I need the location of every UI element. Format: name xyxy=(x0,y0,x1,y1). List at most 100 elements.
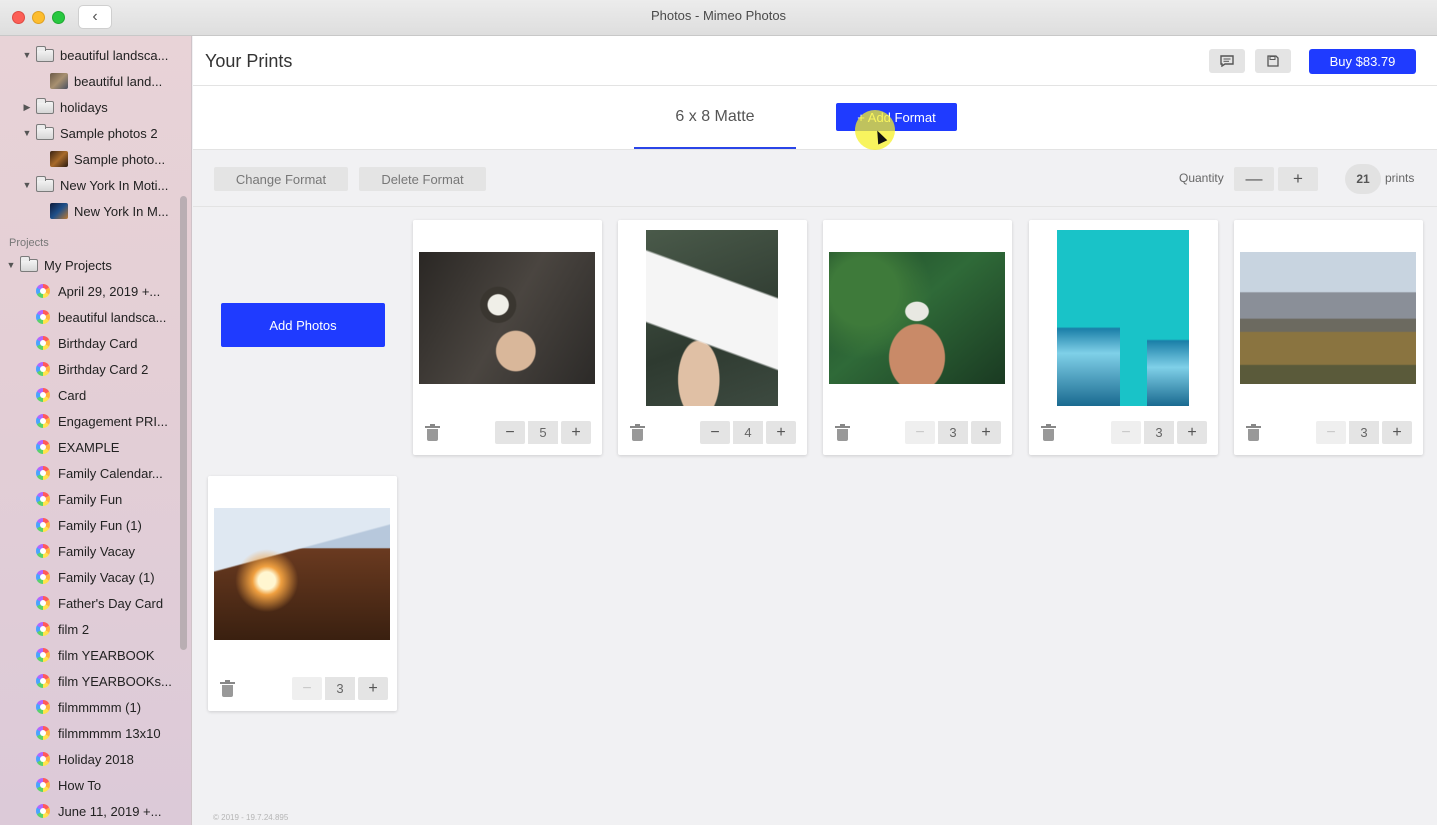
sidebar-album-beautiful-landscapes[interactable]: ▼ beautiful landsca... xyxy=(22,42,168,68)
main-content: Your Prints Buy $83.79 6 x 8 Matte + Add… xyxy=(193,36,1437,825)
project-icon xyxy=(36,284,50,298)
save-icon xyxy=(1267,55,1279,67)
chat-icon xyxy=(1220,55,1234,67)
comment-button[interactable] xyxy=(1209,49,1245,73)
delete-photo-button[interactable] xyxy=(835,424,850,441)
sidebar-project-item[interactable]: film YEARBOOK xyxy=(36,642,155,668)
sidebar-album-new-york-in-motion[interactable]: ▼ New York In Moti... xyxy=(22,172,168,198)
disclosure-open-icon[interactable]: ▼ xyxy=(22,50,32,60)
sidebar-project-item[interactable]: Family Fun xyxy=(36,486,122,512)
disclosure-open-icon[interactable]: ▼ xyxy=(22,128,32,138)
trash-icon xyxy=(1248,429,1259,441)
sidebar-photo-sample-photo[interactable]: Sample photo... xyxy=(50,146,165,172)
sidebar-project-item[interactable]: Family Vacay (1) xyxy=(36,564,155,590)
delete-photo-button[interactable] xyxy=(630,424,645,441)
photo-quantity-decrease[interactable]: − xyxy=(1316,421,1346,444)
quantity-increase-button[interactable]: + xyxy=(1278,167,1318,191)
sidebar-photo-beautiful-land[interactable]: beautiful land... xyxy=(50,68,162,94)
sidebar-my-projects[interactable]: ▼ My Projects xyxy=(6,252,112,278)
add-photos-button[interactable]: Add Photos xyxy=(221,303,385,347)
photo-mountain-valley[interactable] xyxy=(1240,252,1416,384)
print-card: − 3 + xyxy=(823,220,1012,455)
sidebar-project-item[interactable]: beautiful landsca... xyxy=(36,304,166,330)
sidebar-project-item[interactable]: Family Vacay xyxy=(36,538,135,564)
photo-quantity-increase[interactable]: + xyxy=(1177,421,1207,444)
quantity-decrease-button[interactable]: — xyxy=(1234,167,1274,191)
buy-button[interactable]: Buy $83.79 xyxy=(1309,49,1416,74)
photo-rock-sunburst[interactable] xyxy=(214,508,390,640)
photo-quantity-increase[interactable]: + xyxy=(971,421,1001,444)
sidebar-album-holidays[interactable]: ▶ holidays xyxy=(22,94,108,120)
trash-icon xyxy=(427,429,438,441)
photo-quantity-increase[interactable]: + xyxy=(358,677,388,700)
photo-polaroid-hand[interactable] xyxy=(419,252,595,384)
delete-format-button[interactable]: Delete Format xyxy=(359,167,486,191)
sidebar-item-label: Family Fun xyxy=(58,491,123,507)
change-format-button[interactable]: Change Format xyxy=(214,167,348,191)
sidebar-project-item[interactable]: Father's Day Card xyxy=(36,590,163,616)
sidebar-item-label: film YEARBOOK xyxy=(58,647,155,663)
photo-glass-towers[interactable] xyxy=(1057,230,1189,406)
format-toolbar: Change Format Delete Format Quantity — +… xyxy=(193,151,1437,207)
project-icon xyxy=(36,700,50,714)
sidebar-project-item[interactable]: Family Calendar... xyxy=(36,460,163,486)
sidebar-project-item[interactable]: filmmmmm (1) xyxy=(36,694,141,720)
sidebar-project-item[interactable]: Birthday Card 2 xyxy=(36,356,148,382)
photo-quantity-decrease[interactable]: − xyxy=(292,677,322,700)
sidebar-item-label: filmmmmm (1) xyxy=(58,699,142,715)
photo-thumbnail xyxy=(50,73,68,89)
sidebar-project-item[interactable]: Holiday 2018 xyxy=(36,746,134,772)
trash-icon xyxy=(222,685,233,697)
photo-quantity-decrease[interactable]: − xyxy=(495,421,525,444)
sidebar-project-item[interactable]: June 11, 2019 +... xyxy=(36,798,161,824)
project-icon xyxy=(36,570,50,584)
tab-6x8-matte[interactable]: 6 x 8 Matte xyxy=(634,86,796,149)
sidebar-item-label: Family Vacay xyxy=(58,543,136,559)
photo-quantity-decrease[interactable]: − xyxy=(1111,421,1141,444)
disclosure-open-icon[interactable]: ▼ xyxy=(6,260,16,270)
sidebar-project-item[interactable]: Birthday Card xyxy=(36,330,137,356)
sidebar-item-label: holidays xyxy=(60,99,108,115)
project-icon xyxy=(36,752,50,766)
sidebar-project-item[interactable]: April 29, 2019 +... xyxy=(36,278,160,304)
delete-photo-button[interactable] xyxy=(220,680,235,697)
sidebar-photo-new-york[interactable]: New York In M... xyxy=(50,198,169,224)
sidebar-project-item[interactable]: EXAMPLE xyxy=(36,434,119,460)
folder-icon xyxy=(36,97,54,114)
sidebar-project-item[interactable]: filmmmmm 13x10 xyxy=(36,720,161,746)
sidebar-item-label: June 11, 2019 +... xyxy=(58,803,162,819)
photo-quantity-decrease[interactable]: − xyxy=(905,421,935,444)
sidebar-project-item[interactable]: Engagement PRI... xyxy=(36,408,168,434)
sidebar-project-item[interactable]: Card xyxy=(36,382,86,408)
sidebar-scrollbar[interactable] xyxy=(180,196,187,650)
delete-photo-button[interactable] xyxy=(1041,424,1056,441)
delete-photo-button[interactable] xyxy=(1246,424,1261,441)
project-icon xyxy=(36,362,50,376)
photo-fanned-prints[interactable] xyxy=(646,230,778,406)
projects-section-header: Projects xyxy=(9,237,49,249)
sidebar-project-item[interactable]: film YEARBOOKs... xyxy=(36,668,172,694)
trash-icon xyxy=(632,429,643,441)
sidebar-project-item[interactable]: How To xyxy=(36,772,101,798)
photo-quantity-stepper: − 3 + xyxy=(1111,421,1207,444)
photo-quantity-stepper: − 3 + xyxy=(292,677,388,700)
photo-quantity-increase[interactable]: + xyxy=(561,421,591,444)
sidebar-item-label: film YEARBOOKs... xyxy=(58,673,172,689)
photo-quantity-decrease[interactable]: − xyxy=(700,421,730,444)
sidebar-project-item[interactable]: film 2 xyxy=(36,616,89,642)
photo-quantity-increase[interactable]: + xyxy=(1382,421,1412,444)
sidebar-album-sample-photos-2[interactable]: ▼ Sample photos 2 xyxy=(22,120,158,146)
disclosure-open-icon[interactable]: ▼ xyxy=(22,180,32,190)
total-prints-badge: 21 xyxy=(1345,164,1381,194)
photo-polaroid-greenery[interactable] xyxy=(829,252,1005,384)
photo-quantity-value: 3 xyxy=(1349,421,1379,444)
photo-quantity-increase[interactable]: + xyxy=(766,421,796,444)
delete-photo-button[interactable] xyxy=(425,424,440,441)
project-icon xyxy=(36,492,50,506)
sidebar-item-label: Engagement PRI... xyxy=(58,413,168,429)
save-project-button[interactable] xyxy=(1255,49,1291,73)
sidebar-project-item[interactable]: Family Fun (1) xyxy=(36,512,142,538)
disclosure-closed-icon[interactable]: ▶ xyxy=(22,102,32,113)
photo-thumbnail xyxy=(50,151,68,167)
project-icon xyxy=(36,648,50,662)
